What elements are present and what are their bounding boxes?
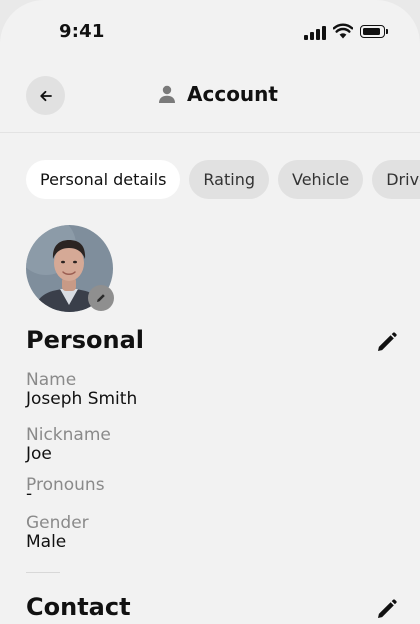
phone-screen: 9:41 Account Personal details Rating Veh… [0,0,420,624]
avatar-edit-button[interactable] [88,285,114,311]
tab-rating[interactable]: Rating [189,160,269,199]
app-header: Account [0,70,420,122]
name-label: Name [26,370,77,390]
cellular-signal-icon [304,26,328,40]
section-divider [26,572,60,573]
name-value: Joseph Smith [26,389,138,409]
user-icon [159,85,175,103]
personal-section-title: Personal [26,326,144,354]
tab-vehicle[interactable]: Vehicle [278,160,364,199]
header-title-group: Account [157,82,278,106]
edit-contact-pencil-icon[interactable] [375,597,399,621]
page-title: Account [187,82,278,106]
arrow-left-icon [39,90,52,101]
tab-bar: Personal details Rating Vehicle Driver's… [26,160,420,199]
status-bar: 9:41 [0,0,420,60]
wifi-icon [333,23,353,39]
tab-drivers-license[interactable]: Driver's license [372,160,420,199]
gender-label: Gender [26,513,89,533]
contact-section-title: Contact [26,593,131,621]
pencil-icon [97,294,105,302]
header-divider [0,132,420,133]
pronouns-label: Pronouns [26,475,105,495]
back-button[interactable] [26,76,65,115]
pronouns-value: - [26,484,33,504]
tab-personal-details[interactable]: Personal details [26,160,181,199]
battery-icon [360,25,388,38]
nickname-value: Joe [26,444,52,464]
gender-value: Male [26,532,67,552]
nickname-label: Nickname [26,425,111,445]
status-time: 9:41 [59,21,105,42]
edit-personal-pencil-icon[interactable] [375,330,399,354]
